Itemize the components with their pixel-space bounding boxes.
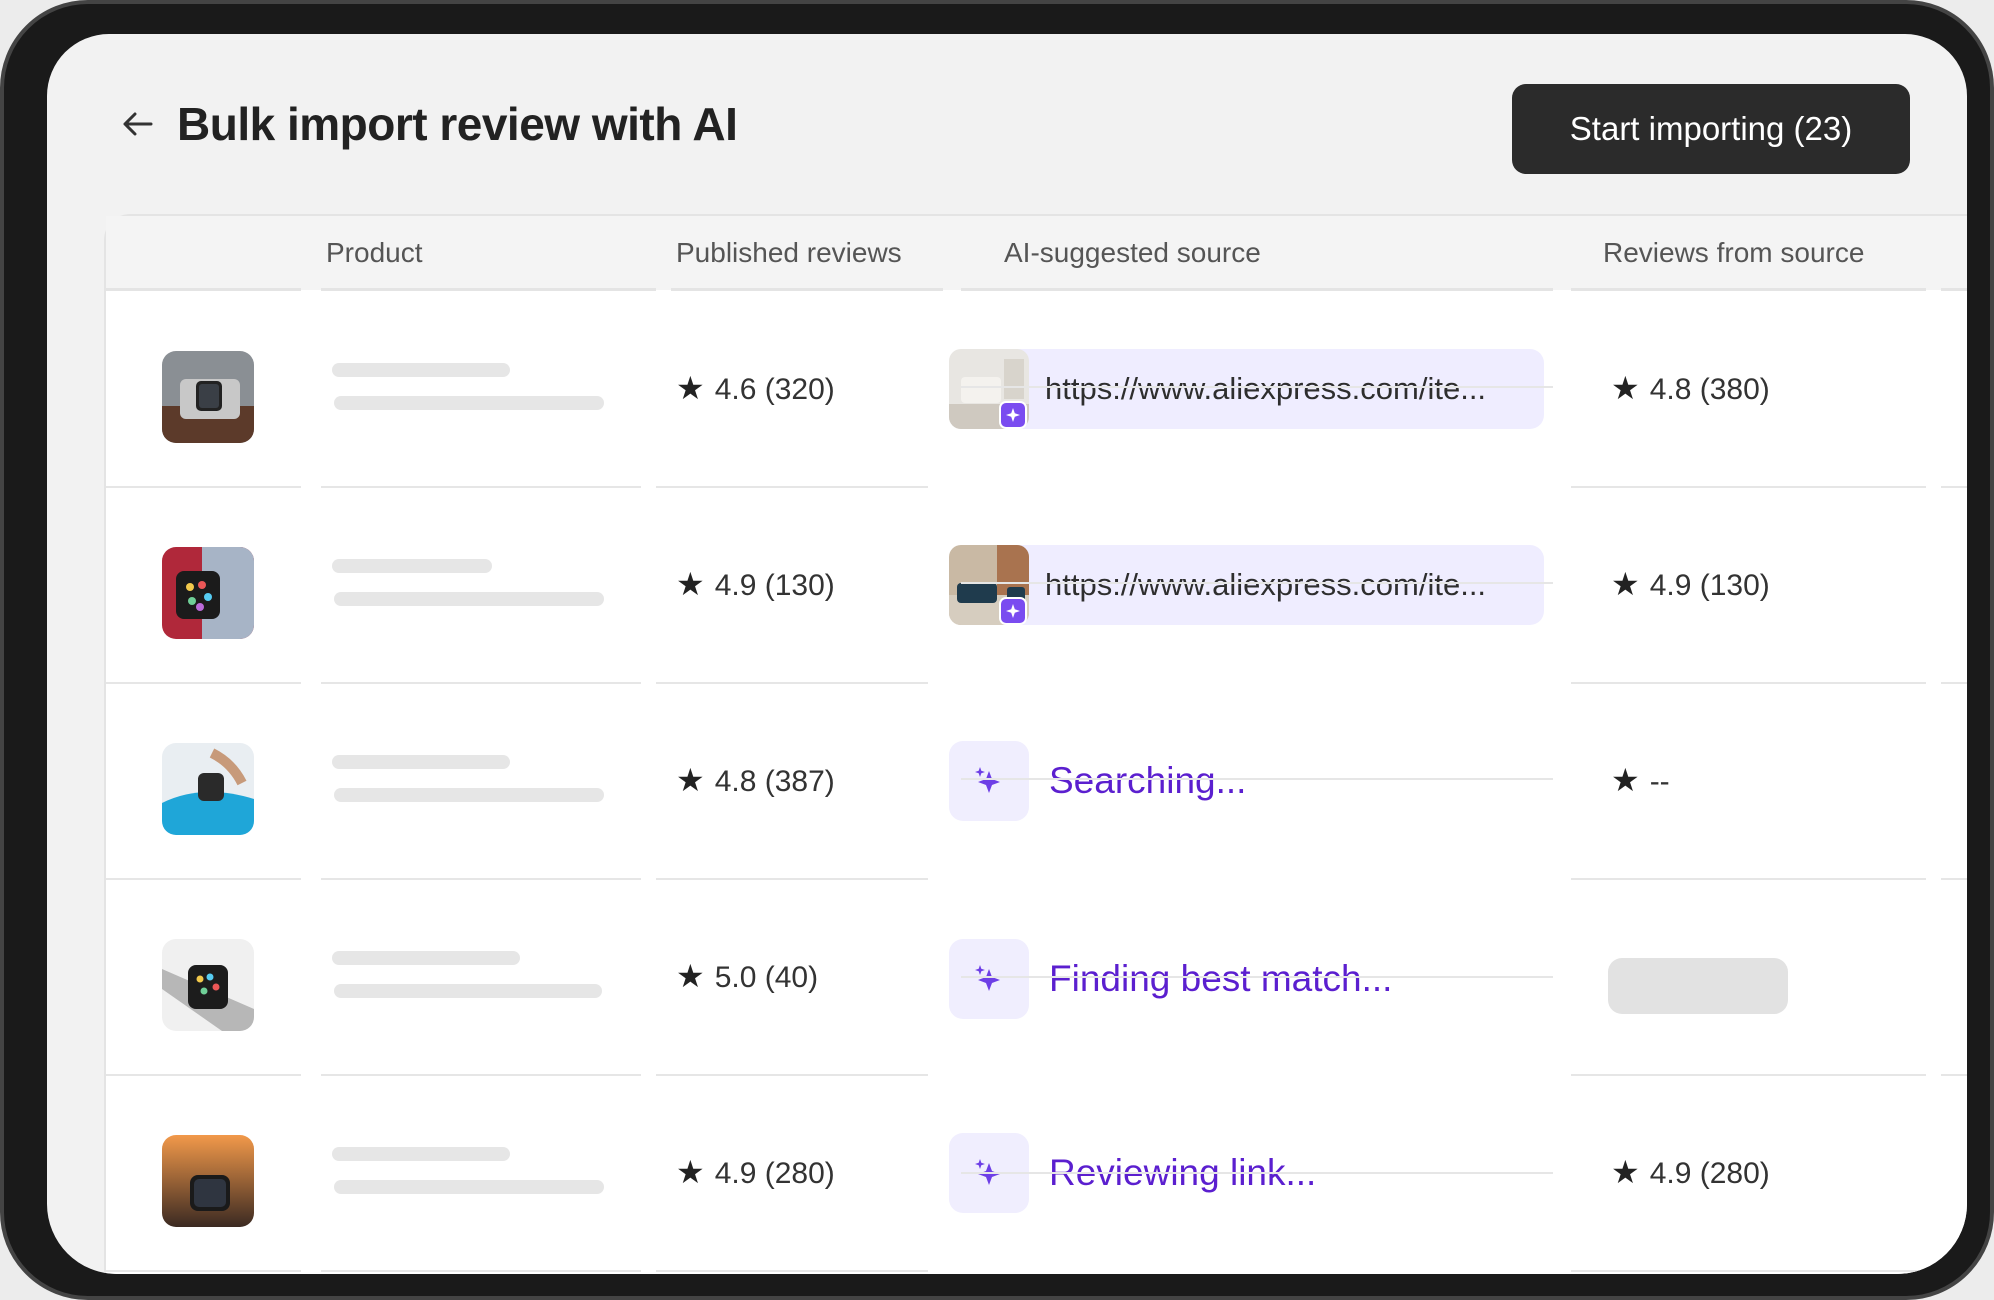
product-name-skeleton [332, 951, 520, 965]
cell-divider [961, 386, 1553, 388]
star-icon: ★ [1611, 1154, 1640, 1190]
star-icon: ★ [1611, 762, 1640, 798]
source-rating-value: 4.8 (380) [1649, 373, 1770, 406]
star-icon: ★ [676, 1154, 705, 1190]
star-icon: ★ [1611, 566, 1640, 602]
product-name-skeleton [334, 592, 604, 606]
star-icon: ★ [676, 370, 705, 406]
star-icon: ★ [1611, 370, 1640, 406]
table-row[interactable]: ★ 5.0 (40) Finding best match... [106, 880, 1967, 1076]
published-rating: ★ 5.0 (40) [676, 958, 818, 996]
published-rating-value: 4.6 (320) [714, 373, 835, 406]
row-divider [656, 1270, 928, 1272]
cell-divider [961, 976, 1553, 978]
product-thumbnail [162, 547, 254, 639]
sparkle-badge-icon [999, 401, 1027, 429]
header-divider [1571, 288, 1926, 291]
table-row[interactable]: ★ 4.9 (280) Reviewing link... ★ 4.9 (280) [106, 1076, 1967, 1272]
table-header: Product Published reviews AI-suggested s… [106, 216, 1967, 291]
row-divider [321, 1270, 641, 1272]
row-divider [1571, 1270, 1926, 1272]
product-thumbnail [162, 351, 254, 443]
source-link[interactable]: https://www.aliexpress.com/ite... [949, 545, 1544, 625]
ai-source-status: Finding best match... [949, 939, 1649, 1019]
published-rating-value: 5.0 (40) [714, 961, 819, 994]
header-divider [961, 288, 1553, 291]
source-url: https://www.aliexpress.com/ite... [1045, 567, 1487, 602]
star-icon: ★ [676, 762, 705, 798]
cell-divider [961, 582, 1553, 584]
published-rating: ★ 4.6 (320) [676, 370, 835, 408]
ai-source-status: Searching... [949, 741, 1649, 821]
page-title: Bulk import review with AI [177, 98, 738, 150]
star-icon: ★ [676, 566, 705, 602]
product-name-skeleton [334, 1180, 604, 1194]
start-importing-button[interactable]: Start importing (23) [1512, 84, 1910, 174]
published-rating-value: 4.8 (387) [714, 765, 835, 798]
product-name-skeleton [332, 363, 510, 377]
product-name-skeleton [334, 984, 602, 998]
published-rating-value: 4.9 (280) [714, 1157, 835, 1190]
published-rating: ★ 4.9 (280) [676, 1154, 835, 1192]
source-url: https://www.aliexpress.com/ite... [1045, 371, 1487, 406]
published-rating-value: 4.9 (130) [714, 569, 835, 602]
table-row[interactable]: ★ 4.8 (387) Searching... ★ -- [106, 684, 1967, 880]
product-thumbnail [162, 1135, 254, 1227]
column-header-reviews-from-source: Reviews from source [1603, 237, 1865, 268]
source-rating-value: 4.9 (130) [1649, 569, 1770, 602]
published-rating: ★ 4.9 (130) [676, 566, 835, 604]
source-rating: ★ -- [1611, 762, 1670, 800]
device-frame: Bulk import review with AI Start importi… [0, 0, 1994, 1300]
product-name-skeleton [334, 788, 604, 802]
header-divider [671, 288, 943, 291]
row-divider [106, 1270, 301, 1272]
source-rating: ★ 4.9 (280) [1611, 1154, 1770, 1192]
source-rating: ★ 4.9 (130) [1611, 566, 1770, 604]
sparkle-icon [949, 741, 1029, 821]
column-header-product: Product [326, 237, 423, 268]
source-rating-value: -- [1649, 765, 1670, 798]
product-thumbnail [162, 743, 254, 835]
cell-divider [961, 778, 1553, 780]
ai-status-text: Searching... [1049, 760, 1247, 801]
column-header-published-reviews: Published reviews [676, 237, 902, 268]
product-thumbnail [162, 939, 254, 1031]
source-rating: ★ 4.8 (380) [1611, 370, 1770, 408]
published-rating: ★ 4.8 (387) [676, 762, 835, 800]
table-row[interactable]: ★ 4.9 (130) https://www.aliexpress.com/it… [106, 488, 1967, 684]
source-link[interactable]: https://www.aliexpress.com/ite... [949, 349, 1544, 429]
table-row[interactable]: ★ 4.6 (320) https://www.aliexpress.com/it… [106, 292, 1967, 488]
source-rating-value: 4.9 (280) [1649, 1157, 1770, 1190]
product-name-skeleton [332, 755, 510, 769]
product-name-skeleton [332, 559, 492, 573]
cell-divider [961, 1172, 1553, 1174]
product-name-skeleton [334, 396, 604, 410]
header-divider [106, 288, 301, 291]
header-divider [321, 288, 656, 291]
header-divider [1941, 288, 1967, 291]
column-header-ai-suggested-source: AI-suggested source [1004, 237, 1261, 268]
product-name-skeleton [332, 1147, 510, 1161]
ai-status-text: Finding best match... [1049, 958, 1393, 999]
source-rating-loading-skeleton [1608, 958, 1788, 1014]
star-icon: ★ [676, 958, 705, 994]
back-arrow-icon[interactable] [117, 104, 157, 144]
reviews-table: Product Published reviews AI-suggested s… [104, 214, 1967, 1274]
sparkle-badge-icon [999, 597, 1027, 625]
sparkle-icon [949, 939, 1029, 1019]
app-screen: Bulk import review with AI Start importi… [47, 34, 1967, 1274]
